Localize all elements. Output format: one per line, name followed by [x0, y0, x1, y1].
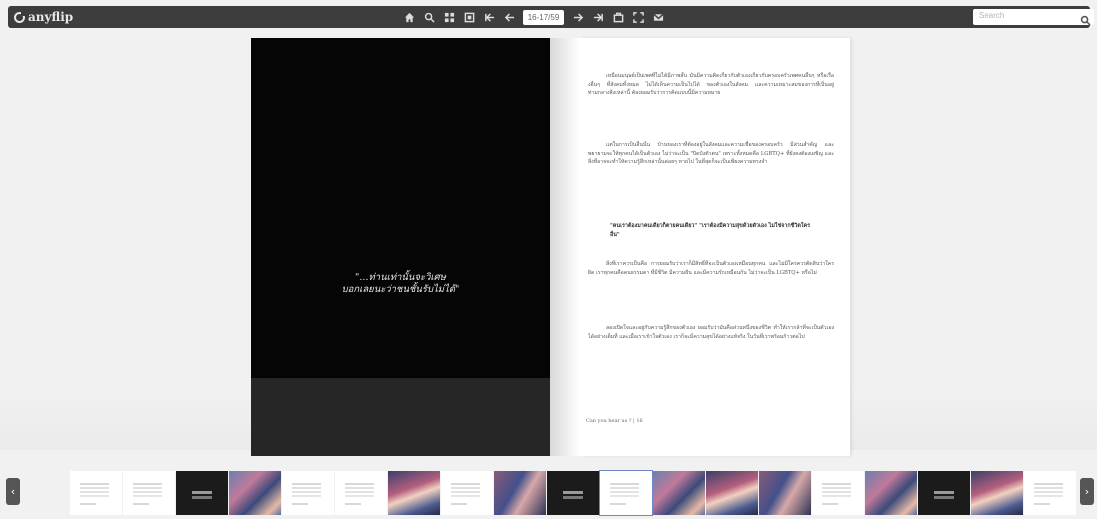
email-icon[interactable]: [648, 6, 668, 28]
thumbnail-page[interactable]: [441, 471, 493, 515]
logo-text: anyflip: [28, 10, 74, 24]
first-page-icon[interactable]: [479, 6, 499, 28]
paragraph-2: แต่ในการเป็นอื่นนั้น บ้านของเราที่ต้องอย…: [588, 142, 834, 165]
search-placeholder: Search: [979, 11, 1005, 20]
paragraph-1: เหมือนมนุษย์เป็นเพศที่ไม่ได้มีภาพสั้น มั…: [588, 73, 834, 96]
thumbnail-strip: ‹ ›: [0, 465, 1097, 519]
thumbnail-page[interactable]: [335, 471, 387, 515]
thumbnail-page[interactable]: [547, 471, 599, 515]
thumbnail-page[interactable]: [812, 471, 864, 515]
right-page[interactable]: เหมือนมนุษย์เป็นเพศที่ไม่ได้มีภาพสั้น มั…: [580, 38, 850, 456]
thumbnail-page[interactable]: [70, 471, 122, 515]
thumbnail-page[interactable]: [865, 471, 917, 515]
thumbnail-page[interactable]: [229, 471, 281, 515]
zoom-icon[interactable]: [419, 6, 439, 28]
page-number-input[interactable]: 16-17/59: [523, 9, 564, 25]
thumbnail-page[interactable]: [971, 471, 1023, 515]
logo-icon: [14, 11, 25, 23]
thumbnail-page[interactable]: [653, 471, 705, 515]
thumbnail-page[interactable]: [599, 470, 653, 516]
search-icon[interactable]: [1080, 11, 1091, 26]
thumbnails-next-button[interactable]: ›: [1080, 478, 1094, 505]
left-page-lower-band: [251, 378, 550, 456]
quote-line-2: บอกเลยนะว่าชนชั้นรับไม่ได้": [341, 284, 460, 295]
thumbnail-page[interactable]: [759, 471, 811, 515]
thumbnail-page[interactable]: [918, 471, 970, 515]
home-icon[interactable]: [399, 6, 419, 28]
top-toolbar: anyflip 16-17/59 Search: [8, 6, 1094, 28]
paragraph-3: สิ่งที่เราควรเป็นคือ การยอมรับว่าเราก็มี…: [588, 261, 834, 276]
anyflip-logo[interactable]: anyflip: [14, 9, 73, 25]
left-page[interactable]: "...ท่านเท่านั้นจะวิเศษ บอกเลยนะว่าชนชั้…: [251, 38, 550, 456]
thumbnail-page[interactable]: [388, 471, 440, 515]
paragraph-4: ลองเปิดใจและอยู่กับความรู้สึกของตัวเอง ย…: [588, 325, 834, 340]
paragraph-quote: "คนเราต้องมาคนเดียวก็ตายคนเดียว" "เราต้อ…: [610, 223, 810, 238]
thumbnail-page[interactable]: [1024, 471, 1076, 515]
thumbnail-page[interactable]: [282, 471, 334, 515]
fullscreen-icon[interactable]: [628, 6, 648, 28]
page-footer: Can you hear us ? | 16: [586, 418, 643, 424]
left-page-quote: "...ท่านเท่านั้นจะวิเศษ บอกเลยนะว่าชนชั้…: [251, 272, 550, 296]
quote-line-1: "...ท่านเท่านั้นจะวิเศษ: [355, 272, 446, 283]
search-input[interactable]: Search: [973, 9, 1094, 26]
last-page-icon[interactable]: [588, 6, 608, 28]
thumbnails-icon[interactable]: [439, 6, 459, 28]
toolbar-controls: 16-17/59: [399, 6, 668, 28]
single-page-icon[interactable]: [459, 6, 479, 28]
thumbnail-page[interactable]: [706, 471, 758, 515]
next-page-icon[interactable]: [568, 6, 588, 28]
thumbnail-page[interactable]: [123, 471, 175, 515]
thumbnail-page[interactable]: [176, 471, 228, 515]
previous-page-icon[interactable]: [499, 6, 519, 28]
book-gutter: [550, 38, 580, 456]
thumbnails-prev-button[interactable]: ‹: [6, 478, 20, 505]
thumbnail-page[interactable]: [494, 471, 546, 515]
share-icon[interactable]: [608, 6, 628, 28]
